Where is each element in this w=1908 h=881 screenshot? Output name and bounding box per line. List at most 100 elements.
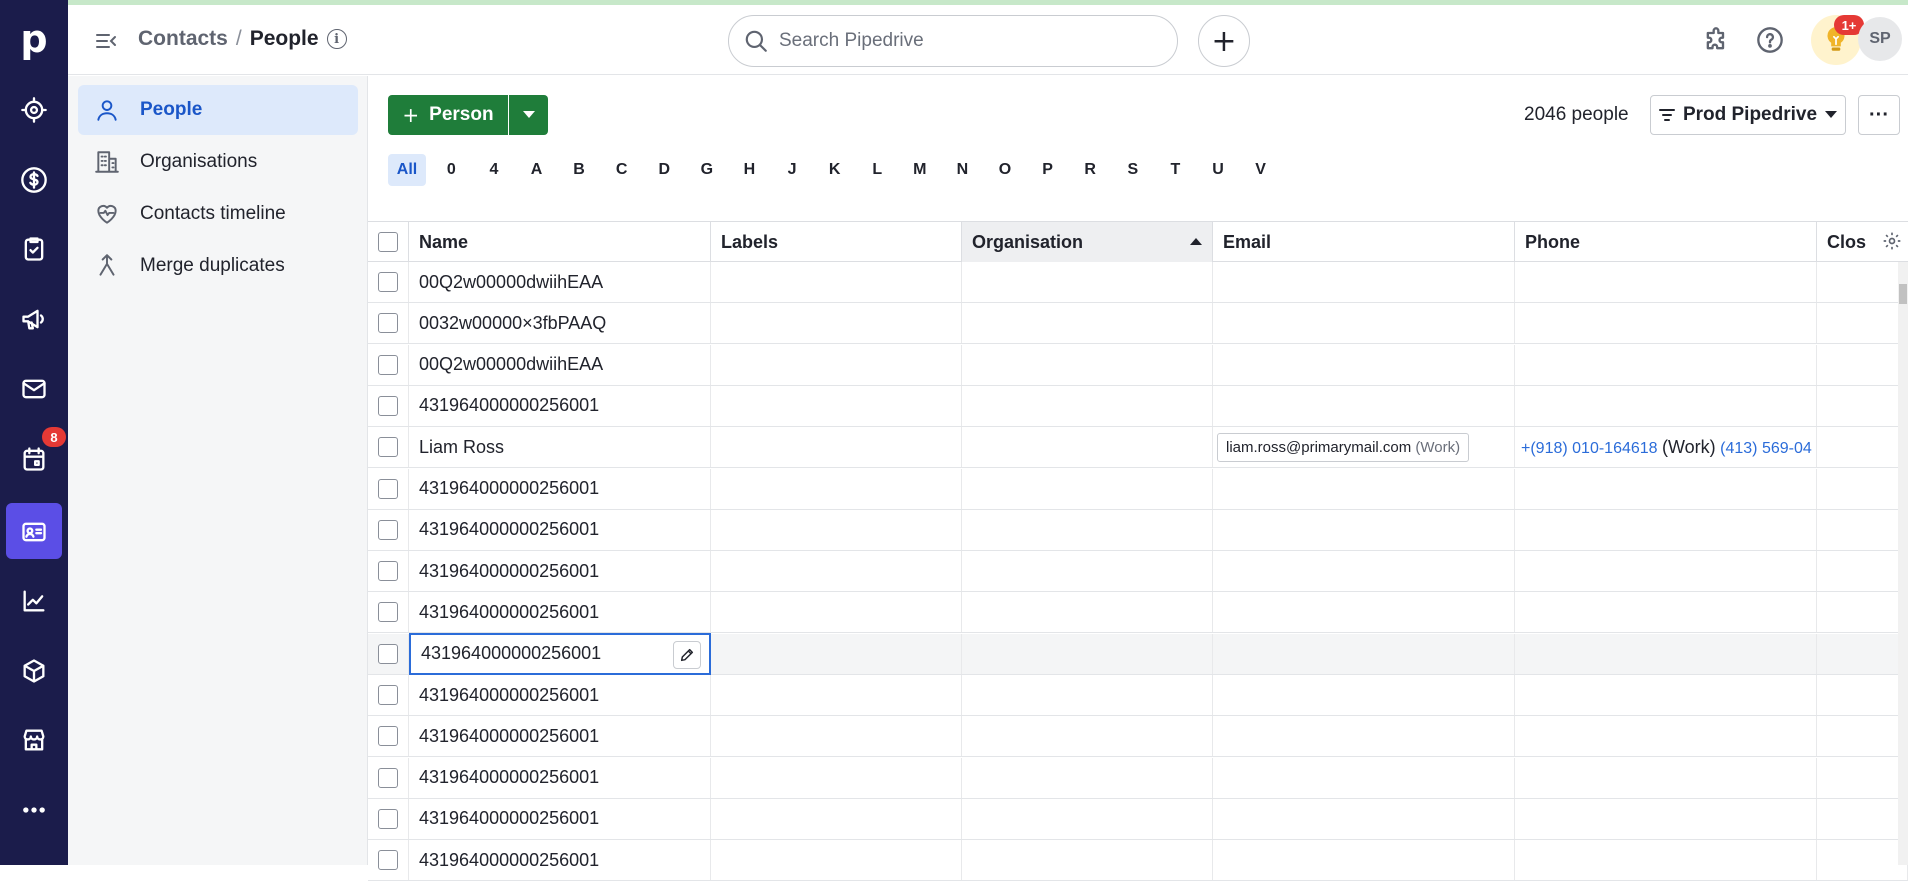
person-name[interactable]: 00Q2w00000dwiihEAA xyxy=(419,272,603,293)
cell-email[interactable] xyxy=(1213,303,1515,344)
quick-add-button[interactable]: + xyxy=(1198,15,1250,67)
alpha-letter[interactable]: O xyxy=(984,154,1027,186)
person-name[interactable]: 431964000000256001 xyxy=(419,561,599,582)
alpha-letter[interactable]: P xyxy=(1026,154,1069,186)
person-name[interactable]: 431964000000256001 xyxy=(419,478,599,499)
scrollbar-thumb[interactable] xyxy=(1899,284,1907,304)
alpha-letter[interactable]: N xyxy=(941,154,984,186)
column-header-name[interactable]: Name xyxy=(409,222,711,262)
dollar-icon[interactable] xyxy=(0,151,68,209)
cell-name[interactable]: 00Q2w00000dwiihEAA xyxy=(409,262,711,302)
column-header-organisation[interactable]: Organisation xyxy=(962,222,1213,262)
person-name[interactable]: 431964000000256001 xyxy=(419,685,599,706)
cell-name[interactable]: 431964000000256001 xyxy=(409,757,711,798)
cell-name[interactable]: 431964000000256001 xyxy=(409,675,711,715)
cell-phone[interactable] xyxy=(1515,798,1817,839)
cell-close[interactable] xyxy=(1817,840,1908,881)
subnav-item-contacts-timeline[interactable]: Contacts timeline xyxy=(78,189,358,239)
alpha-letter[interactable]: J xyxy=(771,154,814,186)
cell-name[interactable]: 431964000000256001 xyxy=(409,468,711,509)
cell-close[interactable] xyxy=(1817,675,1908,715)
cell-org[interactable] xyxy=(962,633,1213,674)
table-row[interactable]: 431964000000256001 xyxy=(368,798,1908,840)
more-icon[interactable] xyxy=(0,781,68,839)
cell-email[interactable] xyxy=(1213,468,1515,509)
breadcrumb-contacts[interactable]: Contacts xyxy=(138,27,228,51)
cell-org[interactable] xyxy=(962,509,1213,550)
column-header-labels[interactable]: Labels xyxy=(711,222,962,262)
table-row[interactable]: 00Q2w00000dwiihEAA xyxy=(368,344,1908,386)
cell-email[interactable] xyxy=(1213,798,1515,839)
table-row[interactable]: Liam Ross liam.ross@primarymail.com (Work… xyxy=(368,427,1908,469)
cell-labels[interactable] xyxy=(711,592,962,633)
person-name[interactable]: 431964000000256001 xyxy=(419,395,599,416)
cell-close[interactable] xyxy=(1817,427,1908,468)
mail-icon[interactable] xyxy=(0,360,68,418)
cell-org[interactable] xyxy=(962,757,1213,798)
alpha-letter[interactable]: M xyxy=(899,154,942,186)
cell-name[interactable]: 431964000000256001 xyxy=(409,632,711,675)
alpha-letter[interactable]: R xyxy=(1069,154,1112,186)
cell-labels[interactable] xyxy=(711,798,962,839)
cell-close[interactable] xyxy=(1817,262,1908,302)
cell-org[interactable] xyxy=(962,468,1213,509)
cell-phone[interactable] xyxy=(1515,633,1817,674)
cell-email[interactable] xyxy=(1213,592,1515,633)
cell-phone[interactable] xyxy=(1515,840,1817,881)
row-checkbox[interactable] xyxy=(378,850,398,871)
add-person-button[interactable]: + Person xyxy=(388,95,508,135)
clipboard-icon[interactable] xyxy=(0,220,68,278)
avatar[interactable]: SP xyxy=(1858,17,1902,61)
alpha-letter[interactable]: C xyxy=(600,154,643,186)
table-row[interactable]: 431964000000256001 xyxy=(368,551,1908,593)
alpha-letter[interactable]: U xyxy=(1197,154,1240,186)
cell-close[interactable] xyxy=(1817,716,1908,757)
row-checkbox[interactable] xyxy=(378,437,398,458)
row-checkbox[interactable] xyxy=(378,767,398,788)
filter-button[interactable]: Prod Pipedrive xyxy=(1650,95,1846,135)
cell-labels[interactable] xyxy=(711,633,962,674)
column-header-email[interactable]: Email xyxy=(1213,222,1515,262)
cell-phone[interactable] xyxy=(1515,344,1817,385)
table-row[interactable]: 431964000000256001 xyxy=(368,675,1908,716)
person-name[interactable]: 431964000000256001 xyxy=(419,519,599,540)
add-person-dropdown-button[interactable] xyxy=(509,95,548,135)
cell-close[interactable] xyxy=(1817,385,1908,426)
alpha-letter[interactable]: B xyxy=(558,154,601,186)
alpha-letter[interactable]: K xyxy=(813,154,856,186)
row-checkbox[interactable] xyxy=(378,602,398,623)
cell-name[interactable]: 431964000000256001 xyxy=(409,840,711,881)
cell-phone[interactable] xyxy=(1515,468,1817,509)
contact-card-icon[interactable] xyxy=(0,503,68,561)
row-checkbox[interactable] xyxy=(378,561,398,582)
cell-org[interactable] xyxy=(962,385,1213,426)
alpha-letter[interactable]: 0 xyxy=(430,154,473,186)
cell-org[interactable] xyxy=(962,262,1213,302)
cell-org[interactable] xyxy=(962,798,1213,839)
alpha-letter[interactable]: L xyxy=(856,154,899,186)
alpha-letter[interactable]: D xyxy=(643,154,686,186)
alpha-letter[interactable]: V xyxy=(1239,154,1282,186)
email-chip[interactable]: liam.ross@primarymail.com (Work) xyxy=(1217,432,1470,462)
cell-email[interactable] xyxy=(1213,675,1515,715)
person-name[interactable]: 431964000000256001 xyxy=(419,808,599,829)
row-checkbox[interactable] xyxy=(378,272,398,292)
cell-name[interactable]: 431964000000256001 xyxy=(409,798,711,839)
cell-labels[interactable] xyxy=(711,757,962,798)
cell-phone[interactable] xyxy=(1515,551,1817,592)
table-row[interactable]: 431964000000256001 xyxy=(368,716,1908,758)
table-row[interactable]: 00Q2w00000dwiihEAA xyxy=(368,262,1908,303)
more-actions-button[interactable]: ··· xyxy=(1858,95,1900,135)
row-checkbox[interactable] xyxy=(378,726,398,747)
select-all-checkbox[interactable] xyxy=(378,232,398,252)
table-scrollbar[interactable] xyxy=(1898,262,1908,865)
cell-close[interactable] xyxy=(1817,757,1908,798)
row-checkbox[interactable] xyxy=(378,354,398,375)
alpha-letter[interactable]: 4 xyxy=(473,154,516,186)
table-row[interactable]: 431964000000256001 xyxy=(368,592,1908,634)
subnav-item-merge-duplicates[interactable]: Merge duplicates xyxy=(78,241,358,291)
cell-email[interactable] xyxy=(1213,633,1515,674)
cell-close[interactable] xyxy=(1817,592,1908,633)
cell-phone[interactable] xyxy=(1515,592,1817,633)
cell-phone[interactable] xyxy=(1515,757,1817,798)
